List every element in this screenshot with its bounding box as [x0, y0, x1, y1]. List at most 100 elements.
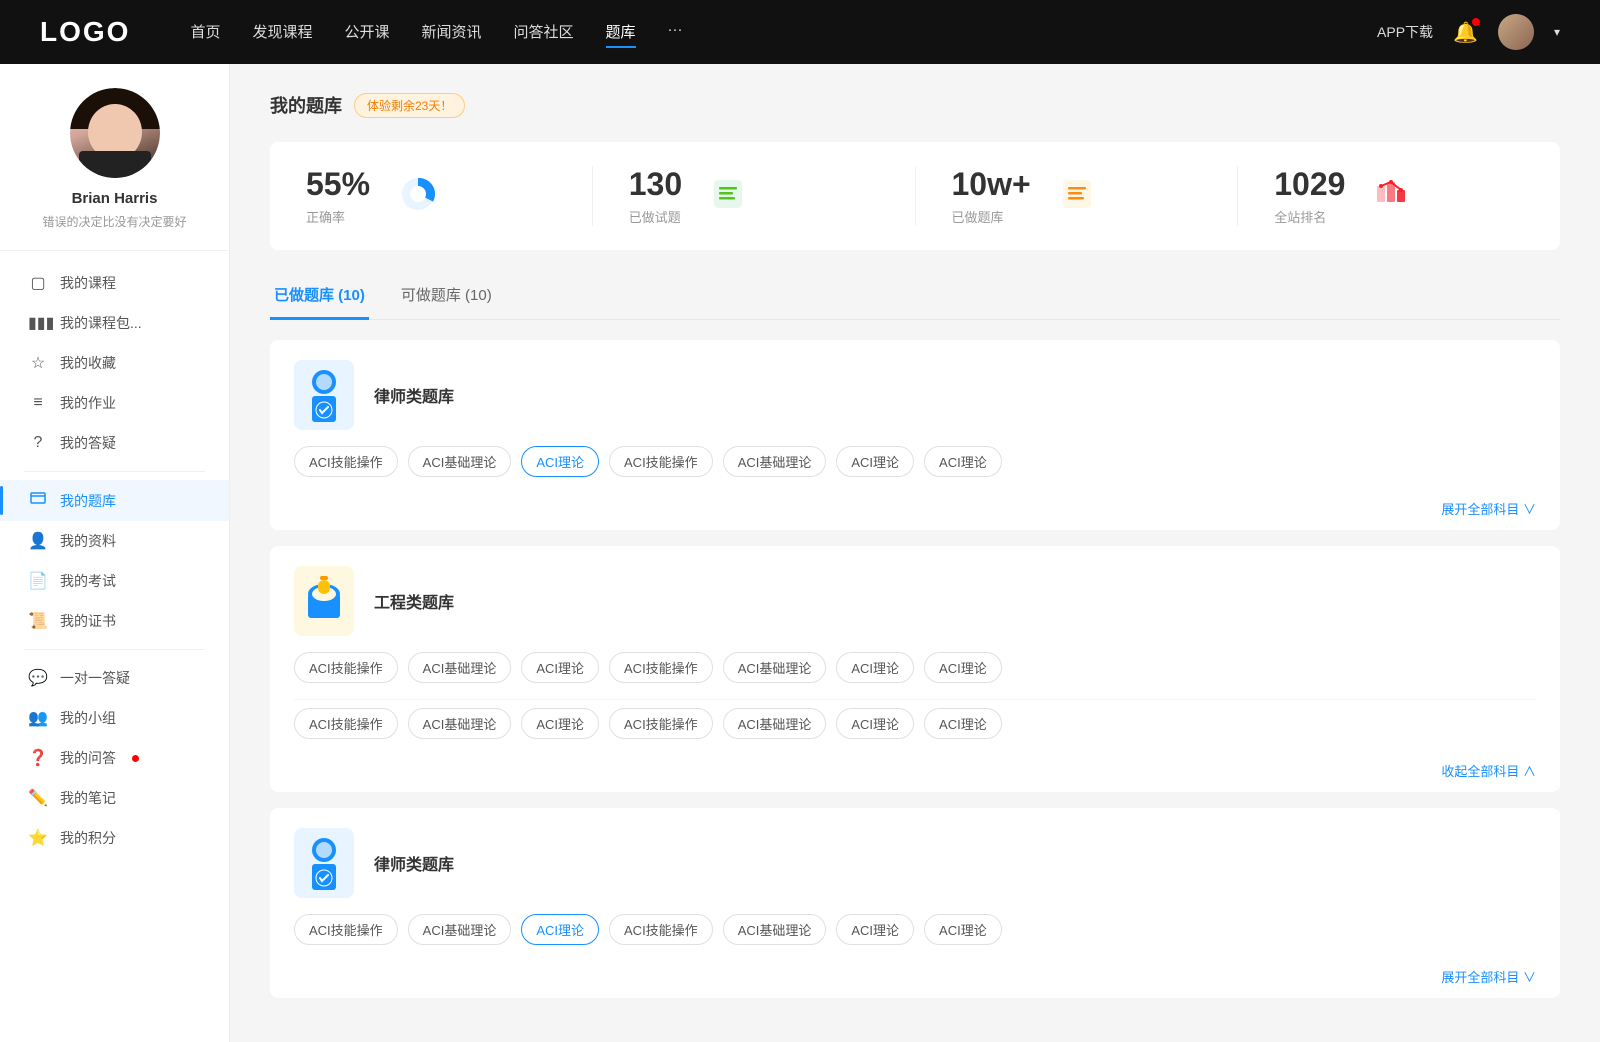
sidebar-item-notes[interactable]: ✏️ 我的笔记: [0, 778, 229, 818]
bank-tags-2a: ACI技能操作 ACI基础理论 ACI理论 ACI技能操作 ACI基础理论 AC…: [270, 652, 1560, 699]
sidebar-item-group[interactable]: 👥 我的小组: [0, 698, 229, 738]
tag[interactable]: ACI理论: [521, 708, 599, 739]
trial-badge: 体验剩余23天！: [354, 93, 465, 118]
stat-value-banks: 10w+ 已做题库: [952, 166, 1031, 226]
bank-title-2: 工程类题库: [374, 589, 454, 613]
sidebar-item-questions[interactable]: ? 我的答疑: [0, 423, 229, 463]
bank-title-1: 律师类题库: [374, 383, 454, 407]
tag[interactable]: ACI技能操作: [609, 652, 713, 683]
lawyer-icon-1: [294, 360, 354, 430]
tab-available-banks[interactable]: 可做题库 (10): [397, 274, 496, 320]
divider2: [24, 649, 205, 650]
sidebar-item-label: 我的课程包...: [60, 313, 142, 333]
nav-link-bank[interactable]: 题库: [606, 17, 636, 48]
nav-link-more[interactable]: ···: [668, 17, 683, 48]
sidebar-avatar: [70, 88, 160, 178]
notification-dot: [1472, 18, 1480, 26]
tag[interactable]: ACI基础理论: [723, 708, 827, 739]
nav-link-home[interactable]: 首页: [190, 17, 220, 48]
lawyer-icon-2: [294, 828, 354, 898]
sidebar-item-myqa[interactable]: ❓ 我的问答: [0, 738, 229, 778]
stat-accuracy: 55% 正确率: [270, 166, 593, 226]
page-header: 我的题库 体验剩余23天！: [270, 92, 1560, 118]
tab-done-banks[interactable]: 已做题库 (10): [270, 274, 369, 320]
notes-icon: ✏️: [28, 788, 48, 808]
sidebar-item-homework[interactable]: ≡ 我的作业: [0, 383, 229, 423]
sidebar-item-label: 我的作业: [60, 393, 116, 413]
user-menu-chevron[interactable]: ▾: [1554, 25, 1560, 39]
sidebar-item-mycourse[interactable]: ▢ 我的课程: [0, 263, 229, 303]
expand-button-3[interactable]: 展开全部科目 ∨: [270, 961, 1560, 998]
sidebar-item-points[interactable]: ⭐ 我的积分: [0, 818, 229, 858]
tag[interactable]: ACI基础理论: [723, 446, 827, 477]
sidebar-item-label: 我的笔记: [60, 788, 116, 808]
bank-tabs: 已做题库 (10) 可做题库 (10): [270, 274, 1560, 320]
nav-right: APP下载 🔔 ▾: [1377, 14, 1560, 50]
banks-icon: [1059, 176, 1095, 217]
stat-value-accuracy: 55% 正确率: [306, 166, 370, 226]
tag[interactable]: ACI基础理论: [408, 446, 512, 477]
sidebar-item-favorites[interactable]: ☆ 我的收藏: [0, 343, 229, 383]
collapse-button[interactable]: 收起全部科目 ∧: [270, 755, 1560, 792]
qa-badge: [132, 755, 139, 762]
main-layout: Brian Harris 错误的决定比没有决定要好 ▢ 我的课程 ▮▮▮ 我的课…: [0, 64, 1600, 1042]
sidebar-item-coursepack[interactable]: ▮▮▮ 我的课程包...: [0, 303, 229, 343]
tag[interactable]: ACI技能操作: [294, 914, 398, 945]
nav-link-qa[interactable]: 问答社区: [514, 17, 574, 48]
question-icon: ?: [28, 434, 48, 452]
nav-link-news[interactable]: 新闻资讯: [422, 17, 482, 48]
stats-bar: 55% 正确率 130 已做试题: [270, 142, 1560, 250]
notification-bell[interactable]: 🔔: [1453, 20, 1478, 45]
tag-active[interactable]: ACI理论: [521, 914, 599, 945]
tag[interactable]: ACI技能操作: [609, 914, 713, 945]
sidebar: Brian Harris 错误的决定比没有决定要好 ▢ 我的课程 ▮▮▮ 我的课…: [0, 64, 230, 1042]
tag-active[interactable]: ACI理论: [521, 446, 599, 477]
main-content: 我的题库 体验剩余23天！ 55% 正确率: [230, 64, 1600, 1042]
tag[interactable]: ACI基础理论: [408, 652, 512, 683]
tag[interactable]: ACI基础理论: [408, 914, 512, 945]
sidebar-username: Brian Harris: [72, 190, 158, 207]
tag[interactable]: ACI技能操作: [294, 652, 398, 683]
tag[interactable]: ACI基础理论: [723, 914, 827, 945]
bank-card-header-1: 律师类题库: [270, 340, 1560, 446]
tag[interactable]: ACI理论: [924, 652, 1002, 683]
tag[interactable]: ACI基础理论: [408, 708, 512, 739]
tag[interactable]: ACI理论: [924, 446, 1002, 477]
bank-tags-2b: ACI技能操作 ACI基础理论 ACI理论 ACI技能操作 ACI基础理论 AC…: [270, 708, 1560, 755]
nav-link-discover[interactable]: 发现课程: [252, 17, 312, 48]
sidebar-item-label: 一对一答疑: [60, 668, 130, 688]
bank-card-lawyer-1: 律师类题库 ACI技能操作 ACI基础理论 ACI理论 ACI技能操作 ACI基…: [270, 340, 1560, 530]
tag[interactable]: ACI理论: [521, 652, 599, 683]
tag[interactable]: ACI基础理论: [723, 652, 827, 683]
sidebar-item-label: 我的收藏: [60, 353, 116, 373]
sidebar-item-label: 我的问答: [60, 748, 116, 768]
tag[interactable]: ACI理论: [924, 708, 1002, 739]
expand-button-1[interactable]: 展开全部科目 ∨: [270, 493, 1560, 530]
sidebar-item-certificate[interactable]: 📜 我的证书: [0, 601, 229, 641]
tag[interactable]: ACI理论: [836, 708, 914, 739]
sidebar-menu: ▢ 我的课程 ▮▮▮ 我的课程包... ☆ 我的收藏 ≡ 我的作业 ? 我的答疑: [0, 251, 229, 870]
sidebar-item-1on1[interactable]: 💬 一对一答疑: [0, 658, 229, 698]
exam-icon: 📄: [28, 571, 48, 591]
sidebar-item-bank[interactable]: 我的题库: [0, 480, 229, 521]
user-avatar[interactable]: [1498, 14, 1534, 50]
sidebar-profile: Brian Harris 错误的决定比没有决定要好: [0, 88, 229, 251]
sidebar-item-exam[interactable]: 📄 我的考试: [0, 561, 229, 601]
page-title: 我的题库: [270, 92, 342, 118]
stat-done-banks: 10w+ 已做题库: [916, 166, 1239, 226]
tag[interactable]: ACI理论: [836, 446, 914, 477]
sidebar-item-label: 我的积分: [60, 828, 116, 848]
tag[interactable]: ACI技能操作: [294, 708, 398, 739]
tag[interactable]: ACI理论: [836, 652, 914, 683]
tag[interactable]: ACI技能操作: [294, 446, 398, 477]
sidebar-motto: 错误的决定比没有决定要好: [42, 213, 186, 230]
app-download[interactable]: APP下载: [1377, 22, 1433, 42]
tag[interactable]: ACI理论: [836, 914, 914, 945]
tag[interactable]: ACI理论: [924, 914, 1002, 945]
sidebar-item-profile[interactable]: 👤 我的资料: [0, 521, 229, 561]
nav-link-opencourse[interactable]: 公开课: [344, 17, 389, 48]
tag[interactable]: ACI技能操作: [609, 446, 713, 477]
qa-icon: ❓: [28, 748, 48, 768]
tag[interactable]: ACI技能操作: [609, 708, 713, 739]
bank-tags-1: ACI技能操作 ACI基础理论 ACI理论 ACI技能操作 ACI基础理论 AC…: [270, 446, 1560, 493]
